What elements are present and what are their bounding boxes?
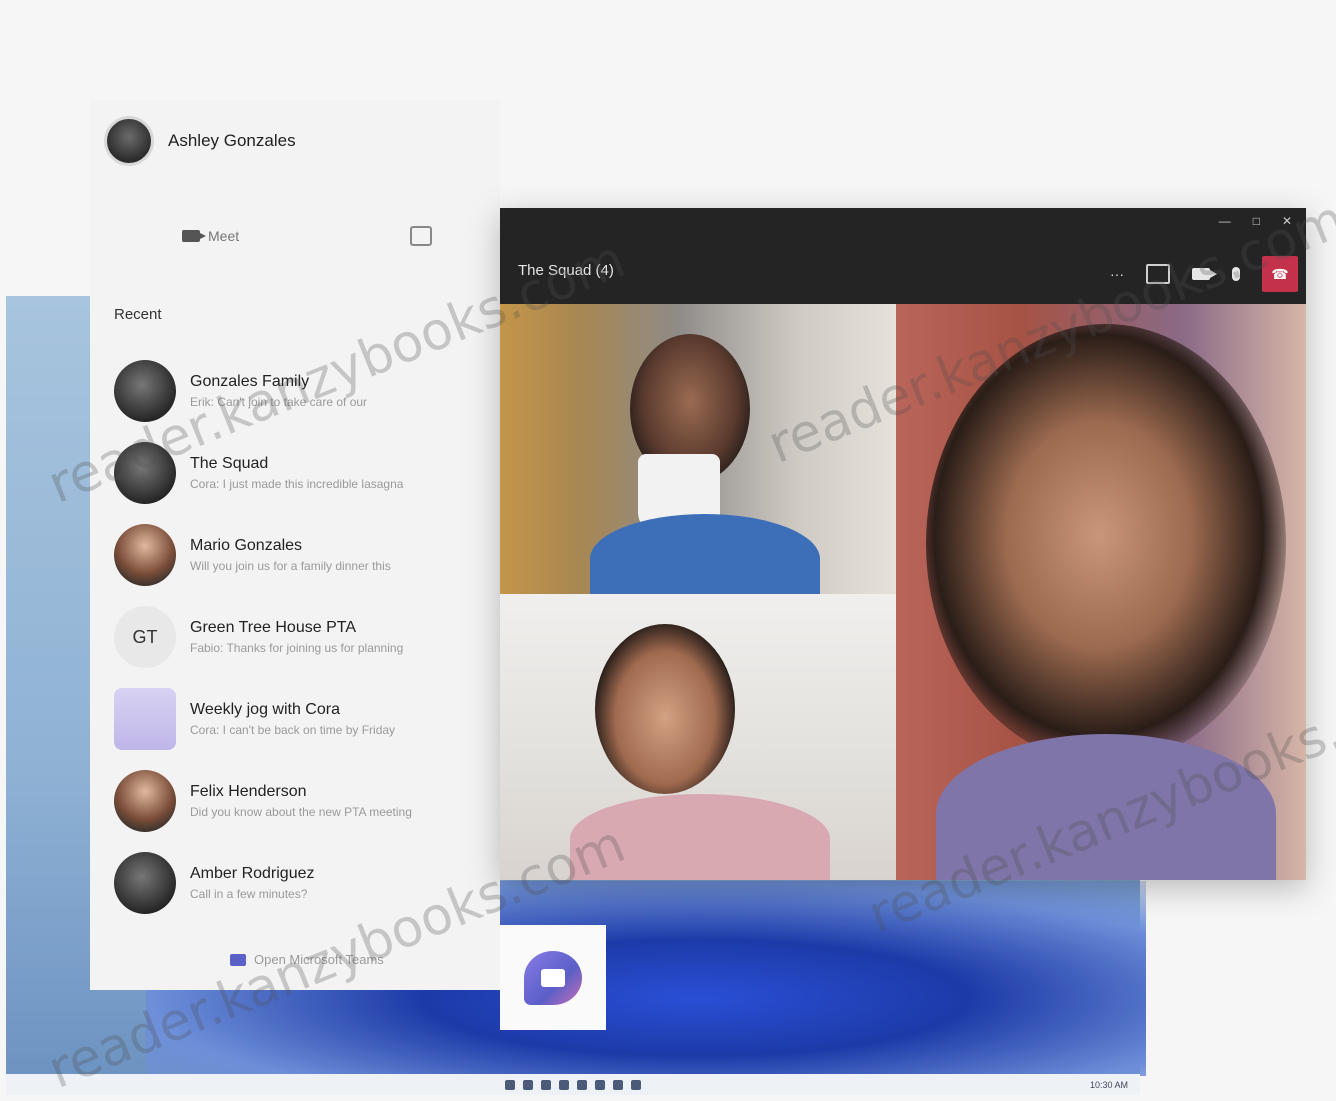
avatar <box>114 688 176 750</box>
chat-preview: Erik: Can't join to take care of our <box>190 395 368 409</box>
close-icon[interactable]: ✕ <box>1282 214 1292 228</box>
chat-preview: Cora: I can't be back on time by Friday <box>190 723 396 737</box>
new-chat-icon[interactable] <box>410 226 432 246</box>
teams-app-badge[interactable] <box>500 925 606 1030</box>
participant-shirt <box>936 734 1276 880</box>
minimize-icon[interactable]: — <box>1219 214 1231 228</box>
chat-preview: Did you know about the new PTA meeting <box>190 805 412 819</box>
teams-taskbar-icon[interactable] <box>577 1079 587 1090</box>
chat-panel: Ashley Gonzales Meet Recent Gonzales Fam… <box>90 100 500 990</box>
participant-figure <box>595 624 735 794</box>
participant-figure <box>926 324 1286 764</box>
file-explorer-icon[interactable] <box>595 1079 605 1090</box>
teams-chat-icon <box>524 950 582 1005</box>
chat-item-weekly-jog[interactable]: Weekly jog with Cora Cora: I can't be ba… <box>114 678 474 760</box>
participant-shirt <box>570 794 830 880</box>
more-options-icon[interactable]: ··· <box>1110 266 1124 282</box>
chat-item-green-tree-house-pta[interactable]: GT Green Tree House PTA Fabio: Thanks fo… <box>114 596 474 678</box>
chat-name: Mario Gonzales <box>190 537 303 554</box>
camera-icon[interactable] <box>1192 268 1217 280</box>
call-toolbar: ··· ☎ <box>1110 256 1298 292</box>
phone-hangup-icon: ☎ <box>1271 265 1289 282</box>
window-controls: — □ ✕ <box>1219 214 1292 228</box>
search-icon[interactable] <box>523 1079 533 1090</box>
chat-preview: Will you join us for a family dinner thi… <box>190 559 391 573</box>
recent-label: Recent <box>114 306 162 323</box>
avatar <box>114 360 176 422</box>
maximize-icon[interactable]: □ <box>1253 214 1260 228</box>
task-view-icon[interactable] <box>541 1079 551 1090</box>
avatar <box>114 524 176 586</box>
chat-item-the-squad[interactable]: The Squad Cora: I just made this incredi… <box>114 432 474 514</box>
chat-name: The Squad <box>190 455 269 472</box>
video-camera-icon <box>182 230 206 242</box>
avatar <box>114 852 176 914</box>
taskbar: 10:30 AM <box>6 1074 1140 1095</box>
chat-item-gonzales-family[interactable]: Gonzales Family Erik: Can't join to take… <box>114 350 474 432</box>
widgets-icon[interactable] <box>559 1079 569 1090</box>
chat-name: Felix Henderson <box>190 783 307 800</box>
call-title: The Squad (4) <box>518 262 614 279</box>
chat-name: Weekly jog with Cora <box>190 701 340 718</box>
open-teams-label: Open Microsoft Teams <box>254 952 384 967</box>
avatar <box>114 442 176 504</box>
video-tile-participant-3 <box>896 304 1306 880</box>
chat-item-amber-rodriguez[interactable]: Amber Rodriguez Call in a few minutes? <box>114 842 474 924</box>
profile-header[interactable]: Ashley Gonzales <box>104 116 296 166</box>
participant-shirt <box>590 514 820 594</box>
call-window: — □ ✕ The Squad (4) ··· ☎ <box>500 208 1306 880</box>
system-tray-clock[interactable]: 10:30 AM <box>1090 1080 1128 1090</box>
chat-preview: Call in a few minutes? <box>190 887 308 901</box>
open-teams-link[interactable]: Open Microsoft Teams <box>230 952 384 967</box>
call-titlebar: — □ ✕ The Squad (4) ··· ☎ <box>500 208 1306 304</box>
chat-preview: Cora: I just made this incredible lasagn… <box>190 477 404 491</box>
chat-item-mario-gonzales[interactable]: Mario Gonzales Will you join us for a fa… <box>114 514 474 596</box>
chat-name: Amber Rodriguez <box>190 865 315 882</box>
share-screen-icon[interactable] <box>1146 264 1170 284</box>
store-icon[interactable] <box>631 1079 641 1090</box>
start-icon[interactable] <box>505 1079 515 1090</box>
avatar: GT <box>114 606 176 668</box>
microphone-icon[interactable] <box>1232 267 1240 281</box>
avatar <box>104 116 154 166</box>
meet-label: Meet <box>208 228 240 244</box>
chat-name: Green Tree House PTA <box>190 619 356 636</box>
chat-name: Gonzales Family <box>190 373 310 390</box>
avatar <box>114 770 176 832</box>
edge-icon[interactable] <box>613 1079 623 1090</box>
chat-list: Gonzales Family Erik: Can't join to take… <box>114 350 474 924</box>
profile-name: Ashley Gonzales <box>168 131 296 150</box>
chat-item-felix-henderson[interactable]: Felix Henderson Did you know about the n… <box>114 760 474 842</box>
teams-icon <box>230 953 246 966</box>
video-tile-participant-2 <box>500 594 896 880</box>
video-tile-participant-1 <box>500 304 896 594</box>
meet-button[interactable]: Meet <box>182 228 239 244</box>
hangup-button[interactable]: ☎ <box>1262 256 1298 292</box>
chat-preview: Fabio: Thanks for joining us for plannin… <box>190 641 404 655</box>
